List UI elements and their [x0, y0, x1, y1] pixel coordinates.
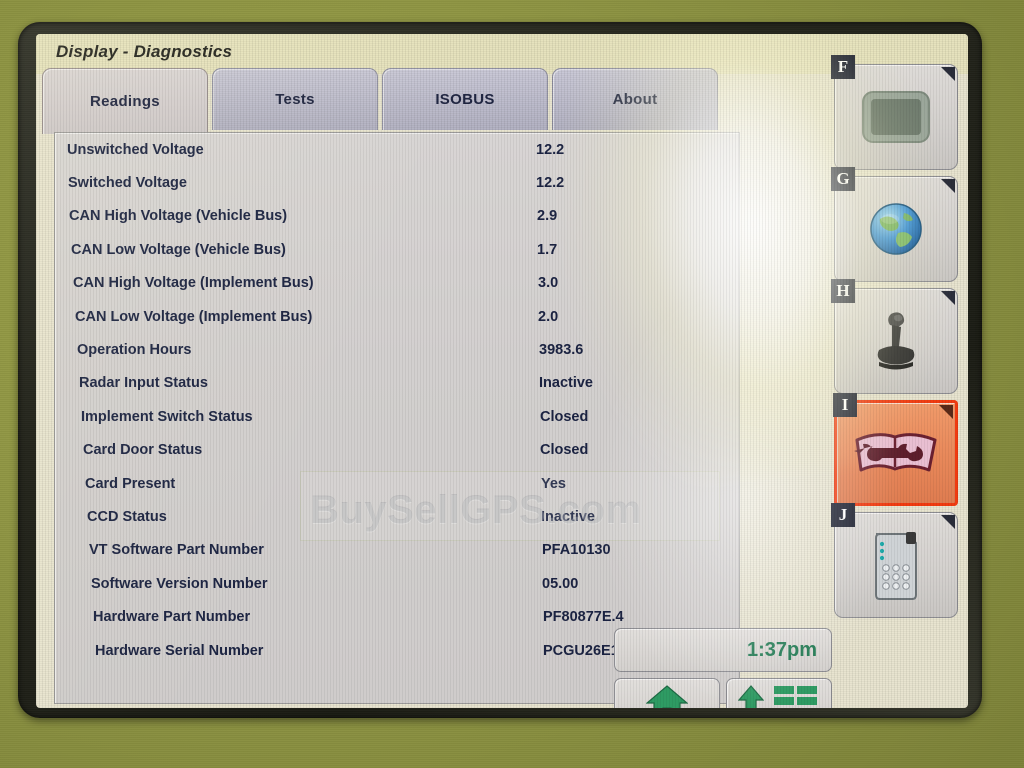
reading-value: Closed — [540, 442, 589, 459]
reading-row: Unswitched Voltage 12.2 — [55, 133, 739, 166]
display-monitor-icon — [860, 89, 932, 145]
softkey-i-diagnostics[interactable]: I — [833, 393, 958, 506]
arrow-up-icon — [738, 685, 764, 708]
readings-list: Unswitched Voltage 12.2 Switched Voltage 12… — [55, 133, 739, 667]
reading-value: Inactive — [541, 508, 595, 525]
reading-label: CAN Low Voltage (Implement Bus) — [75, 308, 313, 325]
tab-tests[interactable]: Tests — [212, 68, 378, 130]
tab-tests-label: Tests — [275, 91, 315, 108]
tab-readings[interactable]: Readings — [42, 68, 208, 134]
softkey-f-display[interactable]: F — [831, 55, 958, 170]
reading-label: Card Present — [85, 475, 176, 492]
reading-row: VT Software Part Number PFA10130 — [55, 534, 739, 567]
reading-row: CAN High Voltage (Vehicle Bus) 2.9 — [55, 200, 739, 233]
device-bezel: Display - Diagnostics Readings Tests ISO… — [0, 0, 1024, 768]
softkey-letter-j: J — [831, 503, 855, 527]
reading-value: PFA10130 — [542, 542, 611, 559]
reading-label: CAN High Voltage (Implement Bus) — [73, 275, 314, 292]
reading-row: CCD Status Inactive — [55, 500, 739, 533]
tab-readings-label: Readings — [90, 93, 160, 110]
readings-panel: Unswitched Voltage 12.2 Switched Voltage 12… — [54, 132, 740, 704]
reading-label: CCD Status — [87, 508, 167, 525]
reading-label: Hardware Serial Number — [95, 642, 264, 659]
reading-value: 3983.6 — [539, 342, 584, 359]
reading-value: 1.7 — [537, 241, 558, 258]
softkey-corner-marker-g — [941, 179, 955, 193]
reading-label: CAN High Voltage (Vehicle Bus) — [69, 208, 288, 225]
reading-label: CAN Low Voltage (Vehicle Bus) — [71, 241, 286, 258]
home-icon — [646, 684, 688, 708]
reading-value: 3.0 — [538, 275, 559, 292]
reading-label: Unswitched Voltage — [67, 141, 204, 158]
reading-row: CAN Low Voltage (Vehicle Bus) 1.7 — [55, 233, 739, 266]
reading-row: CAN Low Voltage (Implement Bus) 2.0 — [55, 300, 739, 333]
softkey-g-globe[interactable]: G — [831, 167, 958, 282]
softkey-column: F G H I J — [831, 55, 964, 624]
reading-value: PF80877E.4 — [543, 609, 624, 626]
reading-row: CAN High Voltage (Implement Bus) 3.0 — [55, 267, 739, 300]
reading-label: VT Software Part Number — [89, 542, 264, 559]
reading-row: Implement Switch Status Closed — [55, 400, 739, 433]
tab-about[interactable]: About — [552, 68, 718, 130]
softkey-h-joystick[interactable]: H — [831, 279, 958, 394]
tab-strip: Readings Tests ISOBUS About — [36, 68, 736, 134]
softkey-j-keypad[interactable]: J — [831, 503, 958, 618]
tab-about-label: About — [612, 91, 658, 108]
lcd-screen: Display - Diagnostics Readings Tests ISO… — [36, 34, 968, 708]
reading-row: Software Version Number 05.00 — [55, 567, 739, 600]
reading-value: 05.00 — [542, 575, 579, 592]
reading-value: 2.9 — [537, 208, 558, 225]
softkey-letter-i: I — [833, 393, 857, 417]
tab-isobus-label: ISOBUS — [435, 91, 495, 108]
joystick-icon — [867, 308, 925, 374]
reading-value: 2.0 — [538, 308, 559, 325]
softkey-corner-marker-h — [941, 291, 955, 305]
reading-value: Closed — [540, 408, 589, 425]
reading-value: 12.2 — [536, 141, 565, 158]
softkey-letter-f: F — [831, 55, 855, 79]
reading-row: Switched Voltage 12.2 — [55, 166, 739, 199]
tab-isobus[interactable]: ISOBUS — [382, 68, 548, 130]
reading-row: Card Door Status Closed — [55, 434, 739, 467]
softkey-corner-marker-f — [941, 67, 955, 81]
reading-row: Card Present Yes — [55, 467, 739, 500]
reading-value: Yes — [541, 475, 566, 492]
clock-text: 1:37pm — [746, 638, 817, 661]
globe-earth-icon — [864, 197, 928, 261]
reading-label: Radar Input Status — [79, 375, 208, 392]
reading-label: Hardware Part Number — [93, 609, 251, 626]
softkey-corner-marker-j — [941, 515, 955, 529]
reading-value: Inactive — [539, 375, 593, 392]
navigation-button[interactable] — [726, 678, 832, 708]
clock-field: 1:37pm — [614, 628, 832, 672]
reading-label: Switched Voltage — [68, 175, 187, 192]
page-title: Display - Diagnostics — [56, 42, 233, 61]
reading-value: 12.2 — [536, 175, 565, 192]
reading-label: Card Door Status — [83, 442, 203, 459]
reading-row: Radar Input Status Inactive — [55, 367, 739, 400]
reading-label: Operation Hours — [77, 342, 192, 359]
display-frame: Display - Diagnostics Readings Tests ISO… — [18, 22, 982, 718]
home-button[interactable] — [614, 678, 720, 708]
reading-label: Implement Switch Status — [81, 408, 253, 425]
reading-label: Software Version Number — [91, 575, 268, 592]
grid-list-icon — [774, 685, 820, 708]
reading-row: Operation Hours 3983.6 — [55, 333, 739, 366]
remote-keypad-icon — [868, 528, 924, 602]
softkey-corner-marker-i — [939, 405, 953, 419]
wrench-manual-icon — [853, 424, 939, 482]
softkey-letter-g: G — [831, 167, 855, 191]
softkey-letter-h: H — [831, 279, 855, 303]
